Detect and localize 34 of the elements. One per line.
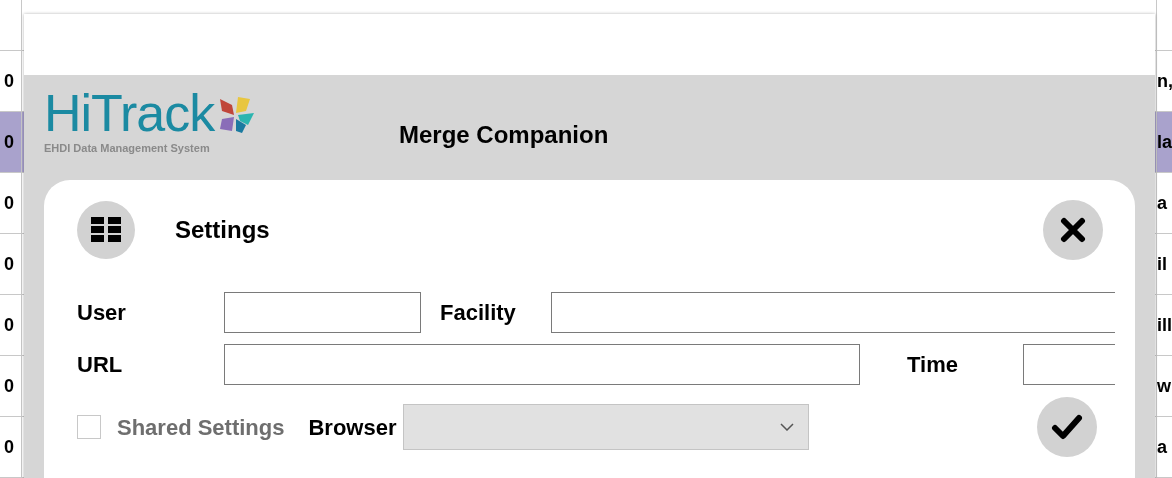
table-cell-text: 0 — [4, 374, 14, 398]
chevron-down-icon — [779, 423, 794, 431]
time-field[interactable] — [1023, 344, 1115, 385]
logo-tagline: EHDI Data Management System — [44, 141, 211, 155]
table-cell-text: 0 — [4, 69, 14, 93]
table-cell-text: a — [1157, 435, 1167, 459]
panel-title: Settings — [175, 215, 270, 245]
grid-icon — [91, 217, 121, 243]
table-cell-text: a — [1157, 191, 1167, 215]
field-label: Facility — [440, 298, 517, 327]
field-label: User — [77, 298, 127, 327]
table-cell-text: 0 — [4, 130, 14, 154]
table-cell-text: la — [1157, 130, 1172, 154]
close-icon — [1060, 217, 1086, 243]
logo-text: HiTrack — [44, 87, 215, 139]
table-cell-text: 0 — [4, 435, 14, 459]
facility-field[interactable] — [551, 291, 1115, 333]
checkmark-icon — [1051, 413, 1083, 441]
table-cell-text: n, — [1157, 69, 1172, 93]
table-cell-text: ill — [1157, 313, 1172, 337]
field-label: Time — [907, 351, 959, 379]
window-title: Merge Companion — [399, 120, 609, 150]
checkbox-label: Shared Settings — [117, 413, 285, 442]
confirm-button[interactable] — [1037, 397, 1097, 457]
table-cell-text: 0 — [4, 252, 14, 276]
user-field[interactable] — [224, 291, 421, 333]
table-cell-text: il — [1157, 252, 1167, 276]
url-field[interactable] — [224, 344, 860, 385]
field-label: Browser — [308, 413, 397, 442]
table-cell-text: 0 — [4, 191, 14, 215]
close-button[interactable] — [1043, 200, 1103, 260]
field-label: URL — [77, 351, 124, 379]
table-cell-text: w — [1157, 374, 1171, 398]
table-cell-text: 0 — [4, 313, 14, 337]
